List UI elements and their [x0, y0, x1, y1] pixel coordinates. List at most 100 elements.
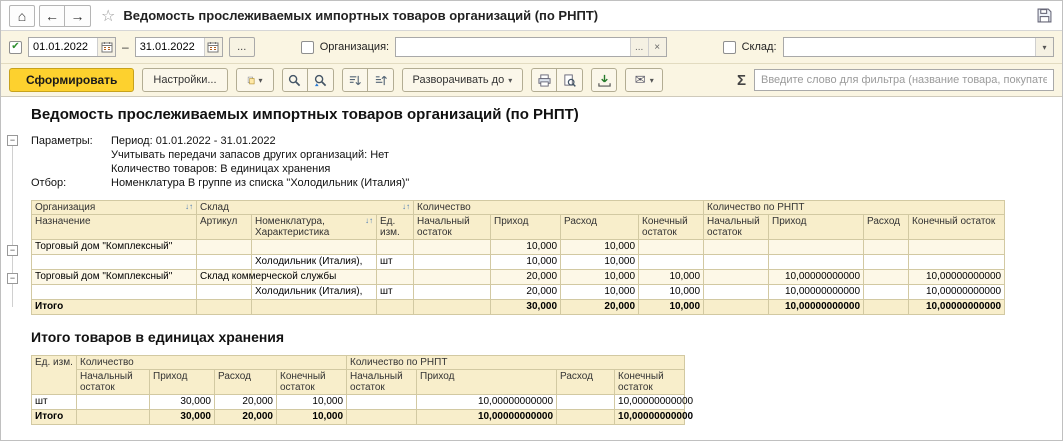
- print-preview-button[interactable]: [557, 68, 584, 92]
- cell[interactable]: 10,00000000000: [768, 284, 865, 300]
- date-to-calendar-button[interactable]: [203, 38, 222, 56]
- col-header-quantity-rnpt[interactable]: Количество по РНПТ: [703, 200, 1006, 215]
- col-header[interactable]: Приход: [490, 214, 562, 240]
- cell[interactable]: [413, 284, 492, 300]
- cell[interactable]: [908, 254, 1006, 270]
- col-header[interactable]: Приход: [768, 214, 865, 240]
- cell[interactable]: Торговый дом "Комплексный": [31, 269, 197, 285]
- col-header[interactable]: Начальный остаток: [413, 214, 492, 240]
- cell[interactable]: [703, 239, 770, 255]
- cell[interactable]: 10,000: [490, 254, 562, 270]
- cell[interactable]: 20,000: [214, 409, 277, 425]
- cell[interactable]: 10,000: [560, 254, 640, 270]
- col-header[interactable]: Приход: [416, 369, 558, 395]
- forward-button[interactable]: →: [65, 4, 91, 27]
- cell[interactable]: 10,000: [638, 284, 705, 300]
- col-header-warehouse[interactable]: Склад ↓↑: [195, 200, 415, 215]
- cell[interactable]: [703, 269, 770, 285]
- organization-input[interactable]: [396, 41, 630, 53]
- cell[interactable]: [863, 239, 910, 255]
- cell[interactable]: [863, 299, 910, 315]
- col-header[interactable]: Конечный остаток: [614, 369, 686, 395]
- col-header[interactable]: Расход: [863, 214, 910, 240]
- cell[interactable]: [768, 239, 865, 255]
- cell[interactable]: [76, 394, 150, 410]
- cell[interactable]: 10,000: [275, 409, 348, 425]
- cell[interactable]: 10,00000000000: [908, 269, 1006, 285]
- send-email-button[interactable]: ✉ ▾: [625, 68, 664, 92]
- quick-filter-input[interactable]: [754, 69, 1054, 91]
- find-button[interactable]: [281, 68, 308, 92]
- cell[interactable]: [908, 239, 1006, 255]
- group-collapse-button[interactable]: −: [7, 273, 18, 284]
- col-header[interactable]: Номенклатура, Характеристика ↓↑: [251, 214, 377, 240]
- col-header[interactable]: Расход: [556, 369, 616, 395]
- cell[interactable]: 20,000: [214, 394, 277, 410]
- date-from-input[interactable]: [29, 41, 97, 53]
- col-header[interactable]: Начальный остаток: [703, 214, 770, 240]
- cell[interactable]: [638, 239, 705, 255]
- date-from-calendar-button[interactable]: [97, 38, 115, 56]
- settings-button[interactable]: Настройки...: [142, 68, 228, 92]
- sort-icon[interactable]: ↓↑: [402, 202, 410, 212]
- col-header[interactable]: Ед. изм.: [375, 214, 415, 240]
- cell[interactable]: [251, 299, 377, 315]
- save-report-button[interactable]: [591, 68, 618, 92]
- cell[interactable]: 10,000: [638, 269, 705, 285]
- cell[interactable]: [76, 409, 150, 425]
- cell[interactable]: 10,00000000000: [908, 299, 1006, 315]
- cell[interactable]: 10,000: [490, 239, 562, 255]
- cell[interactable]: Холодильник (Италия),: [251, 254, 377, 270]
- cell[interactable]: 10,00000000000: [614, 409, 693, 425]
- cell[interactable]: [196, 299, 252, 315]
- col-header[interactable]: Артикул: [196, 214, 252, 240]
- save-icon[interactable]: [1035, 6, 1054, 25]
- col-header[interactable]: Расход: [214, 369, 277, 395]
- cell[interactable]: [251, 239, 377, 255]
- cell[interactable]: 30,000: [149, 394, 215, 410]
- cell[interactable]: 10,000: [560, 284, 640, 300]
- cell[interactable]: Итого: [31, 409, 77, 425]
- cell[interactable]: [375, 239, 415, 255]
- cell[interactable]: 20,000: [560, 299, 640, 315]
- cell[interactable]: [863, 269, 910, 285]
- cell[interactable]: [346, 394, 418, 410]
- cell[interactable]: [413, 299, 492, 315]
- cell[interactable]: 10,000: [638, 299, 705, 315]
- cell[interactable]: [703, 284, 770, 300]
- expand-to-button[interactable]: Разворачивать до ▾: [401, 68, 524, 92]
- cell[interactable]: [768, 254, 865, 270]
- cell[interactable]: 10,00000000000: [768, 299, 865, 315]
- col-header[interactable]: Расход: [560, 214, 640, 240]
- col-header[interactable]: Приход: [149, 369, 215, 395]
- organization-checkbox[interactable]: [300, 40, 314, 54]
- cell[interactable]: 20,000: [490, 269, 562, 285]
- cell[interactable]: шт: [375, 254, 415, 270]
- cell[interactable]: [31, 254, 197, 270]
- cell[interactable]: [703, 254, 770, 270]
- col-header-quantity-rnpt[interactable]: Количество по РНПТ: [346, 355, 686, 370]
- cell[interactable]: 10,000: [560, 239, 640, 255]
- back-button[interactable]: ←: [39, 4, 65, 27]
- cell[interactable]: 10,000: [275, 394, 348, 410]
- col-header-unit[interactable]: Ед. изм.: [31, 355, 77, 395]
- col-header[interactable]: Начальный остаток: [346, 369, 418, 395]
- cell[interactable]: 10,00000000000: [768, 269, 865, 285]
- group-collapse-button[interactable]: −: [7, 245, 18, 256]
- cell[interactable]: [413, 254, 492, 270]
- cell[interactable]: [413, 239, 492, 255]
- col-header[interactable]: Назначение: [31, 214, 197, 240]
- cell[interactable]: шт: [375, 284, 415, 300]
- home-button[interactable]: ⌂: [9, 4, 35, 27]
- cell[interactable]: [31, 284, 197, 300]
- cell[interactable]: 30,000: [149, 409, 215, 425]
- collapse-levels-button[interactable]: [341, 68, 368, 92]
- cell[interactable]: 10,00000000000: [614, 394, 693, 410]
- cell[interactable]: [638, 254, 705, 270]
- cell[interactable]: [346, 409, 418, 425]
- sort-icon[interactable]: ↓↑: [365, 216, 373, 226]
- period-checkbox[interactable]: ✔: [9, 40, 22, 54]
- favorite-star-icon[interactable]: ☆: [101, 6, 115, 26]
- warehouse-input[interactable]: [783, 41, 1036, 53]
- cell[interactable]: [375, 269, 415, 285]
